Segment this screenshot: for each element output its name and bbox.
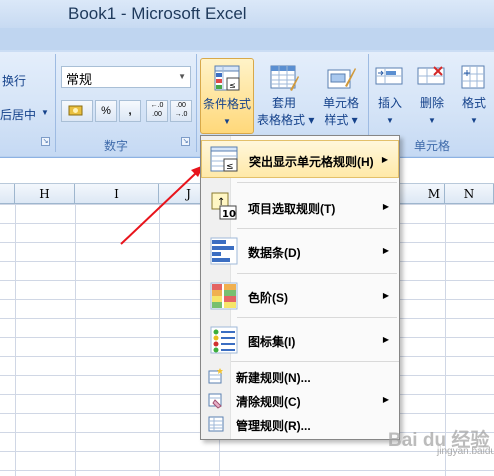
- color-scales-icon: [210, 282, 238, 310]
- top-bottom-rules-icon: ↑ 10: [211, 192, 237, 220]
- new-rule-icon: [208, 368, 223, 384]
- menu-separator: [237, 273, 397, 274]
- submenu-arrow-icon: ▶: [382, 335, 389, 344]
- submenu-arrow-icon: ▶: [382, 246, 389, 255]
- menu-item-manage-rules[interactable]: 管理规则(R)...: [201, 412, 399, 436]
- submenu-arrow-icon: ▶: [382, 291, 389, 300]
- menu-item-label: 图标集(I): [248, 335, 296, 349]
- menu-item-label: 项目选取规则(T): [248, 202, 336, 216]
- menu-item-highlight-cells-rules[interactable]: ≤ 突出显示单元格规则(H) ▶: [201, 140, 399, 178]
- menu-item-clear-rules[interactable]: 清除规则(C) ▶: [201, 388, 399, 412]
- menu-item-data-bars[interactable]: 数据条(D) ▶: [201, 230, 399, 272]
- menu-item-label: 新建规则(N)...: [236, 371, 311, 385]
- menu-item-label: 突出显示单元格规则(H): [249, 155, 374, 169]
- menu-item-top-bottom-rules[interactable]: ↑ 10 项目选取规则(T) ▶: [201, 186, 399, 226]
- icon-sets-icon: [210, 326, 238, 354]
- menu-separator: [237, 228, 397, 229]
- data-bars-icon: [210, 237, 238, 265]
- menu-separator: [231, 361, 399, 362]
- menu-item-label: 管理规则(R)...: [236, 419, 311, 433]
- menu-separator: [237, 317, 397, 318]
- svg-text:10: 10: [222, 209, 236, 220]
- menu-item-label: 色阶(S): [248, 291, 288, 305]
- menu-item-label: 清除规则(C): [236, 395, 301, 409]
- menu-item-new-rule[interactable]: 新建规则(N)...: [201, 364, 399, 388]
- menu-item-label: 数据条(D): [248, 246, 301, 260]
- menu-item-icon-sets[interactable]: 图标集(I) ▶: [201, 319, 399, 361]
- svg-text:≤: ≤: [226, 162, 234, 172]
- highlight-rules-icon: ≤: [210, 146, 238, 172]
- watermark-url: jingyan.baidu.com: [437, 446, 494, 457]
- submenu-arrow-icon: ▶: [382, 202, 389, 211]
- menu-separator: [237, 182, 397, 183]
- conditional-formatting-menu: ≤ 突出显示单元格规则(H) ▶ ↑ 10 项目选取规则(T) ▶ 数据条(D)…: [200, 135, 400, 440]
- submenu-arrow-icon: ▶: [382, 395, 389, 404]
- clear-rules-icon: [208, 393, 222, 409]
- submenu-arrow-icon: ▶: [381, 155, 388, 164]
- manage-rules-icon: [208, 416, 224, 432]
- menu-item-color-scales[interactable]: 色阶(S) ▶: [201, 275, 399, 317]
